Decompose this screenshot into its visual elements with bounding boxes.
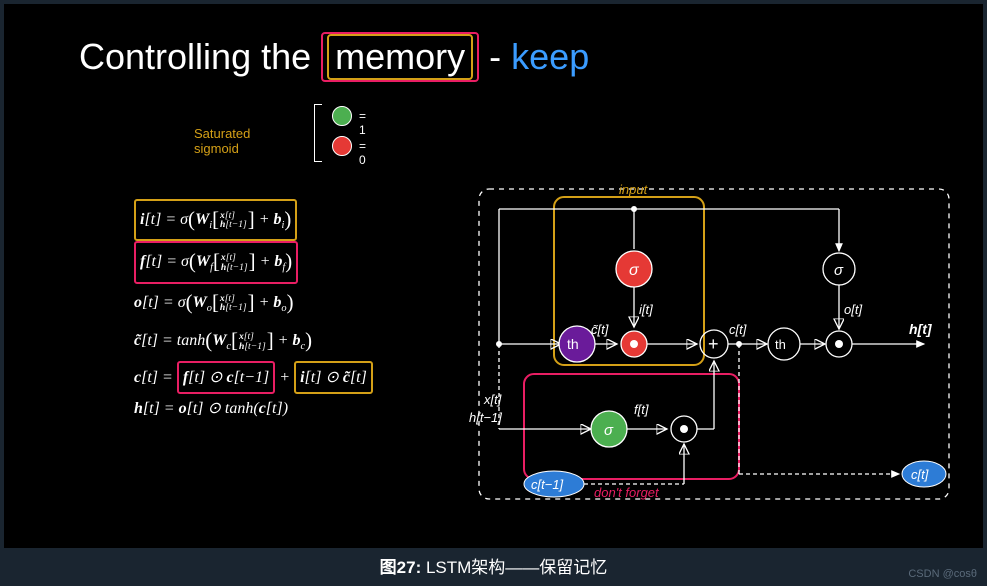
sigma-input-label: σ <box>629 262 640 279</box>
dont-forget-label: don't forget <box>594 485 660 500</box>
equations-block: i[t] = σ(Wi[x[t]h[t−1]] + bi) f[t] = σ(W… <box>134 199 373 424</box>
lstm-diagram: input don't forget σ i[t] th <box>469 179 964 519</box>
equation-o: o[t] = σ(Wo[x[t]h[t−1]] + bo) <box>134 284 373 322</box>
legend-label: Saturated sigmoid <box>194 126 250 156</box>
caption-bold: 图27: <box>380 558 426 577</box>
watermark: CSDN @cosθ <box>908 568 977 580</box>
slide-title: Controlling the memory - keep <box>79 32 589 82</box>
x-t-label: x[t] <box>483 392 502 407</box>
equation-i-box: i[t] = σ(Wi[x[t]h[t−1]] + bi) <box>134 199 297 241</box>
equation-f: f[t] = σ(Wf[x[t]h[t−1]] + bf) <box>134 241 373 283</box>
tanh-out-label: th <box>775 337 786 352</box>
f-t-label: f[t] <box>634 402 649 417</box>
tanh-ctilde-label: th <box>567 336 579 352</box>
legend-eq-zero: = 0 <box>359 139 366 167</box>
diagram-svg: input don't forget σ i[t] th <box>469 179 964 519</box>
equation-c-term2: i[t] ⊙ c̃[t] <box>294 361 373 395</box>
caption-text: LSTM架构——保留记忆 <box>426 558 607 577</box>
c-tm1-label: c[t−1] <box>531 477 564 492</box>
legend-bracket <box>314 104 322 162</box>
equation-h: h[t] = o[t] ⊙ tanh(c[t]) <box>134 394 373 424</box>
sigma-output-label: σ <box>834 262 844 279</box>
memory-highlight-inner: memory <box>327 34 473 80</box>
equation-c-plus: + <box>275 369 294 386</box>
h-t-label: h[t] <box>909 321 933 337</box>
caption: 图27: LSTM架构——保留记忆 <box>0 550 987 586</box>
c-t-out-label: c[t] <box>911 467 929 482</box>
dont-forget-box <box>524 374 739 479</box>
equation-i: i[t] = σ(Wi[x[t]h[t−1]] + bi) <box>134 199 373 241</box>
plus-label: + <box>708 334 719 354</box>
sigma-forget-label: σ <box>604 422 614 439</box>
input-label: input <box>619 182 649 197</box>
equation-c: c[t] = f[t] ⊙ c[t−1] + i[t] ⊙ c̃[t] <box>134 361 373 395</box>
title-prefix: Controlling the <box>79 36 321 77</box>
legend-dot-zero <box>332 136 352 156</box>
legend-eq-one: = 1 <box>359 109 366 137</box>
title-keep: keep <box>511 36 589 77</box>
slide: Controlling the memory - keep Saturated … <box>4 4 983 548</box>
memory-highlight-outer: memory <box>321 32 479 82</box>
equation-f-box: f[t] = σ(Wf[x[t]h[t−1]] + bf) <box>134 241 298 283</box>
o-t-label: o[t] <box>844 302 862 317</box>
equation-ctilde: c̃[t] = tanh(Wc[x[t]h[t−1]] + bc) <box>134 322 373 360</box>
i-t-label: i[t] <box>639 302 653 317</box>
legend-dot-one <box>332 106 352 126</box>
c-t-label: c[t] <box>729 322 747 337</box>
equation-c-term1: f[t] ⊙ c[t−1] <box>177 361 275 395</box>
h-tm1-label: h[t−1] <box>469 410 502 425</box>
ctilde-t-label: c̃[t] <box>591 322 609 337</box>
equation-c-prefix: c[t] = <box>134 369 177 386</box>
title-dash: - <box>479 36 511 77</box>
